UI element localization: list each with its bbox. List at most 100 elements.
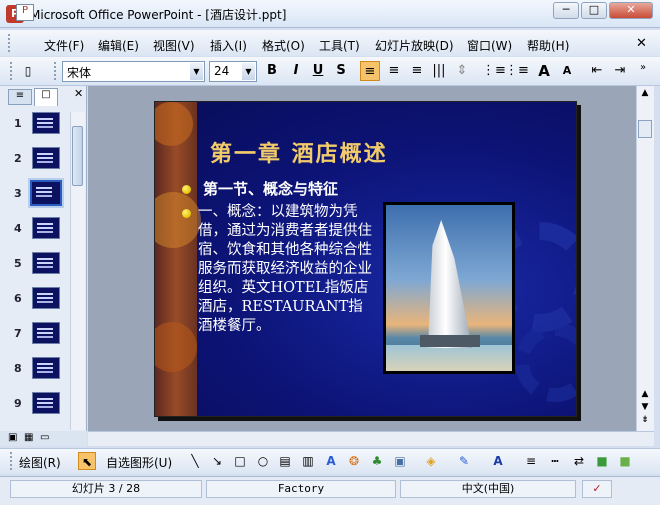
close-button[interactable]: ✕ — [609, 2, 653, 19]
slides-pane: ≡ □ ✕ 1 2 3 4 5 6 7 8 9 — [0, 86, 87, 446]
shadow-button[interactable]: S — [331, 61, 351, 81]
arrow-icon[interactable]: ↘ — [208, 452, 226, 470]
tab-outline[interactable]: ≡ — [8, 89, 32, 105]
slide-thumbnail-7[interactable] — [32, 322, 60, 344]
italic-button[interactable]: I — [286, 61, 306, 81]
select-objects-icon[interactable]: ⬉ — [78, 452, 96, 470]
slide-number: 5 — [14, 257, 22, 270]
menu-format[interactable]: 格式(O) — [262, 37, 305, 54]
menu-tools[interactable]: 工具(T) — [319, 37, 360, 54]
underline-button[interactable]: U — [308, 61, 328, 81]
dash-style-icon[interactable]: ┅ — [546, 452, 564, 470]
shrink-font-button[interactable]: A — [557, 61, 577, 81]
picture-icon[interactable]: ▣ — [391, 452, 409, 470]
tab-slides[interactable]: □ — [34, 88, 58, 106]
slide-thumbnail-4[interactable] — [32, 217, 60, 239]
increase-indent-button[interactable]: ⇥ — [610, 61, 630, 81]
slide[interactable]: 第一章 酒店概述 第一节、概念与特征 一、概念：以建筑物为凭借，通过为消费者者提… — [154, 101, 577, 417]
align-left-button[interactable]: ≡ — [360, 61, 380, 81]
font-size-value: 24 — [214, 64, 230, 78]
wordart-icon[interactable]: A — [322, 452, 340, 470]
pane-scroll-thumb[interactable] — [72, 126, 83, 186]
grow-font-button[interactable]: A — [534, 61, 554, 81]
font-name-select[interactable]: 宋体 ▼ — [62, 61, 205, 82]
tower-image-part — [428, 220, 472, 348]
body-text[interactable]: 一、概念：以建筑物为凭借，通过为消费者者提供住宿、饮食和其他各种综合性服务而获取… — [198, 203, 374, 336]
slide-number: 7 — [14, 327, 22, 340]
slide-thumbnail-9[interactable] — [32, 392, 60, 414]
scroll-thumb[interactable] — [638, 120, 652, 138]
gear-decoration — [515, 322, 576, 402]
menu-edit[interactable]: 编辑(E) — [98, 37, 139, 54]
new-document-icon[interactable]: ▯ — [18, 61, 38, 81]
scroll-up-icon[interactable]: ▲ — [637, 88, 653, 104]
vertical-textbox-icon[interactable]: ▥ — [299, 452, 317, 470]
decrease-indent-button[interactable]: ⇤ — [587, 61, 607, 81]
textbox-icon[interactable]: ▤ — [276, 452, 294, 470]
slide-thumbnail-8[interactable] — [32, 357, 60, 379]
slide-thumbnail-5[interactable] — [32, 252, 60, 274]
maximize-button[interactable]: □ — [581, 2, 607, 19]
oval-icon[interactable]: ○ — [254, 452, 272, 470]
menu-file[interactable]: 文件(F) — [44, 37, 84, 54]
hotel-photo[interactable] — [383, 202, 515, 374]
pane-close-icon[interactable]: ✕ — [74, 87, 83, 100]
arrow-style-icon[interactable]: ⇄ — [570, 452, 588, 470]
font-size-select[interactable]: 24 ▼ — [209, 61, 257, 82]
toolbar-options-icon[interactable]: » — [640, 62, 646, 73]
numbering-button[interactable]: ⋮≡ — [482, 61, 506, 81]
sea-image-part — [386, 345, 512, 371]
chevron-down-icon[interactable]: ▼ — [190, 63, 203, 80]
menu-window[interactable]: 窗口(W) — [467, 37, 512, 54]
slideshow-view-icon[interactable]: ▭ — [40, 432, 49, 443]
chevron-down-icon[interactable]: ▼ — [242, 63, 255, 80]
draw-menu-button[interactable]: 绘图(R) — [19, 454, 61, 471]
slide-thumbnail-3[interactable] — [28, 178, 64, 208]
slide-thumbnail-1[interactable] — [32, 112, 60, 134]
font-toolbar-grip[interactable] — [54, 62, 57, 80]
3d-style-icon[interactable]: ■ — [616, 452, 634, 470]
document-close-icon[interactable]: ✕ — [636, 36, 647, 51]
line-icon[interactable]: ╲ — [186, 452, 204, 470]
clipart-icon[interactable]: ♣ — [368, 452, 386, 470]
align-right-button[interactable]: ≡ — [407, 61, 427, 81]
slide-thumbnail-2[interactable] — [32, 147, 60, 169]
spelling-check-icon[interactable]: ✓ — [582, 480, 612, 498]
autoshapes-button[interactable]: 自选图形(U) — [106, 454, 172, 471]
minimize-button[interactable]: ─ — [553, 2, 579, 19]
font-name-value: 宋体 — [67, 66, 92, 80]
line-color-icon[interactable]: ✎ — [455, 452, 473, 470]
view-buttons: ▣ ▦ ▭ — [0, 431, 87, 446]
rectangle-icon[interactable]: □ — [231, 452, 249, 470]
shadow-style-icon[interactable]: ■ — [593, 452, 611, 470]
bold-button[interactable]: B — [262, 61, 282, 81]
slide-number: 2 — [14, 152, 22, 165]
window-title: Microsoft Office PowerPoint - [酒店设计.ppt] — [30, 8, 287, 22]
slide-thumbnail-6[interactable] — [32, 287, 60, 309]
fill-color-icon[interactable]: ◈ — [422, 452, 440, 470]
normal-view-icon[interactable]: ▣ — [8, 432, 17, 443]
menu-help[interactable]: 帮助(H) — [527, 37, 569, 54]
bullets-button[interactable]: ⋮≡ — [505, 61, 529, 81]
slide-number: 3 — [14, 187, 22, 200]
line-style-icon[interactable]: ≡ — [522, 452, 540, 470]
menu-grip[interactable] — [8, 34, 11, 52]
slide-nav-icon[interactable]: ▲ ▼ ⇟ — [637, 388, 653, 428]
slide-number: 1 — [14, 117, 22, 130]
section-heading[interactable]: 第一节、概念与特征 — [203, 178, 338, 199]
distribute-button[interactable]: ||| — [429, 61, 449, 81]
notes-splitter[interactable] — [88, 431, 654, 446]
menu-view[interactable]: 视图(V) — [153, 37, 195, 54]
font-color-icon[interactable]: A — [489, 452, 507, 470]
menu-insert[interactable]: 插入(I) — [210, 37, 247, 54]
slide-title[interactable]: 第一章 酒店概述 — [210, 136, 388, 168]
toolbar-grip[interactable] — [10, 62, 13, 80]
drawbar-grip[interactable] — [10, 452, 13, 470]
menu-slideshow[interactable]: 幻灯片放映(D) — [375, 37, 454, 54]
sorter-view-icon[interactable]: ▦ — [24, 432, 33, 443]
center-button[interactable]: ≡ — [384, 61, 404, 81]
diagram-icon[interactable]: ❂ — [345, 452, 363, 470]
text-direction-icon[interactable]: ⇕ — [452, 61, 472, 81]
status-language: 中文(中国) — [400, 480, 576, 498]
document-icon[interactable]: P — [16, 4, 34, 21]
